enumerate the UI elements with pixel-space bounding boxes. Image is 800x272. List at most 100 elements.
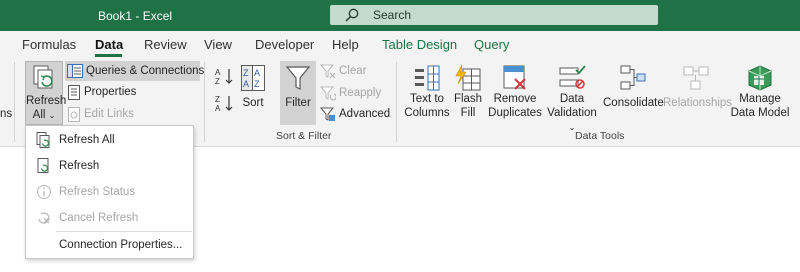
tab-help[interactable]: Help [332,37,359,52]
flash-fill-label-1: Flash [453,93,483,105]
clear-filter-button[interactable]: Clear [320,61,366,81]
refresh-icon [37,158,49,173]
queries-connections-button[interactable]: Queries & Connections [65,61,204,81]
remove-duplicates-button[interactable]: Remove Duplicates [488,61,542,125]
edit-links-label: Edit Links [84,108,134,120]
manage-data-model-button[interactable]: Manage Data Model [730,61,790,125]
menu-item-refresh[interactable]: Refresh [26,155,193,177]
edit-links-icon [68,106,80,122]
refresh-all-label-1: Refresh [26,95,67,107]
relationships-label: Relationships [663,97,733,109]
svg-text:A: A [254,68,260,78]
sort-button[interactable]: Z A A Z Sort [238,61,268,125]
menu-item-label: Cancel Refresh [59,212,139,224]
refresh-all-icon [36,132,50,148]
edit-links-button[interactable]: Edit Links [67,104,134,124]
data-validation-icon [559,65,586,89]
advanced-filter-button[interactable]: Advanced [320,104,390,124]
info-icon [37,185,51,199]
menu-item-label: Refresh All [59,134,115,146]
group-separator [396,62,397,142]
search-placeholder: Search [373,8,412,22]
svg-text:A: A [243,79,249,89]
sort-icon: Z A A Z [241,65,265,91]
properties-button[interactable]: Properties [67,82,136,102]
relationships-icon [683,66,709,90]
refresh-all-menu: Refresh All Refresh Refresh Status Cance… [25,125,194,259]
reapply-icon [320,86,336,101]
flash-fill-icon [455,64,481,91]
advanced-filter-icon [320,107,335,121]
title-bar: Book1 - Excel Search [0,0,800,31]
menu-item-label: Refresh [59,160,100,172]
document-title: Book1 - Excel [98,9,173,23]
menu-item-label: Connection Properties... [59,239,183,251]
svg-text:Z: Z [215,95,220,104]
queries-connections-label: Queries & Connections [86,65,205,77]
active-tab-indicator [95,54,122,57]
flash-fill-button[interactable]: Flash Fill [452,61,484,125]
search-box[interactable]: Search [330,5,658,25]
ribbon-tabs: Formulas Data Review View Developer Help… [0,31,800,58]
menu-item-refresh-all[interactable]: Refresh All [26,129,193,151]
consolidate-label: Consolidate [603,97,664,109]
cancel-refresh-icon [38,212,50,224]
group-separator [204,62,205,142]
consolidate-button[interactable]: Consolidate [603,61,664,125]
consolidate-icon [620,65,646,90]
reapply-label: Reapply [339,87,382,99]
remove-duplicates-label-1: Remove [493,93,537,105]
queries-connections-icon [67,64,83,78]
tab-view[interactable]: View [204,37,232,52]
svg-text:A: A [215,104,221,113]
relationships-button[interactable]: Relationships [663,61,733,125]
manage-data-model-icon [748,65,772,91]
tab-developer[interactable]: Developer [255,37,314,52]
text-to-columns-label-2: Columns [404,107,450,119]
svg-text:A: A [215,68,221,77]
tab-table-design[interactable]: Table Design [382,37,457,52]
properties-label: Properties [84,86,137,98]
refresh-all-label-2: All ⌄ [32,109,56,121]
clipped-group-label: ns [0,108,13,120]
text-to-columns-label-1: Text to [410,93,444,105]
chevron-down-icon: ⌄ [48,111,56,120]
clear-filter-label: Clear [339,65,367,77]
filter-button[interactable]: Filter [280,61,316,125]
data-validation-button[interactable]: Data Validation ⌄ [543,61,601,132]
data-tools-group-label: Data Tools [575,130,625,142]
search-icon [345,8,359,22]
tab-data[interactable]: Data [95,37,123,52]
menu-separator [56,231,192,232]
group-separator [14,62,15,142]
sort-filter-group-label: Sort & Filter [276,130,332,142]
data-validation-label-1: Data [559,93,585,105]
manage-data-model-label-1: Manage [739,93,781,105]
refresh-all-icon [33,65,53,89]
clear-filter-icon [320,64,336,78]
menu-item-refresh-status[interactable]: Refresh Status [26,181,193,203]
svg-text:Z: Z [254,79,260,89]
advanced-filter-label: Advanced [339,108,391,120]
tab-review[interactable]: Review [144,37,187,52]
sort-za-button[interactable]: Z A [214,93,237,113]
svg-text:Z: Z [215,77,220,86]
remove-duplicates-icon [503,65,526,90]
properties-icon [68,84,80,100]
tab-query[interactable]: Query [474,37,509,52]
flash-fill-label-2: Fill [460,107,476,119]
manage-data-model-label-2: Data Model [730,107,790,119]
tab-formulas[interactable]: Formulas [22,37,76,52]
refresh-all-button[interactable]: Refresh All ⌄ [25,61,67,125]
sort-az-icon: A Z [215,68,233,86]
sort-label: Sort [242,97,264,109]
svg-text:Z: Z [243,68,249,78]
remove-duplicates-label-2: Duplicates [488,107,542,119]
text-to-columns-icon [415,65,440,91]
menu-item-cancel-refresh[interactable]: Cancel Refresh [26,207,193,229]
text-to-columns-button[interactable]: Text to Columns [404,61,450,125]
reapply-button[interactable]: Reapply [320,83,381,103]
menu-item-connection-properties[interactable]: Connection Properties... [26,234,193,256]
sort-az-button[interactable]: A Z [214,66,237,86]
filter-icon [285,66,311,90]
